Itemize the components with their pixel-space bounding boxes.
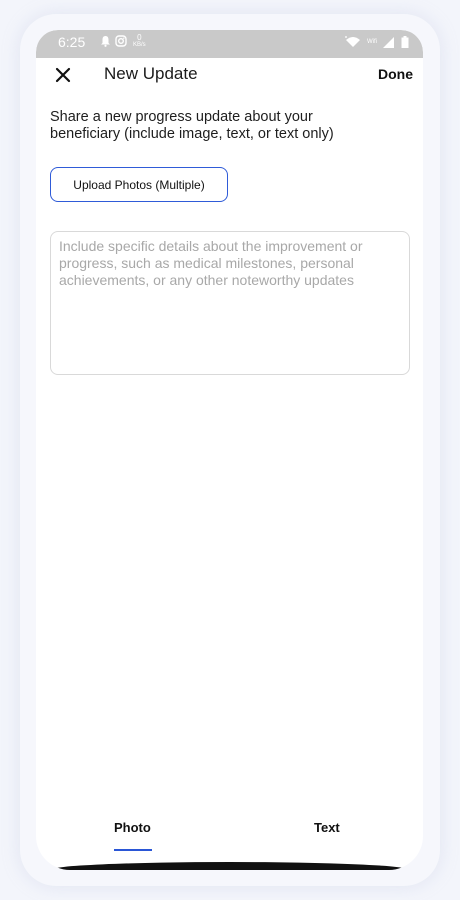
network-speed-value: 0: [137, 33, 142, 42]
status-time: 6:25: [58, 34, 86, 50]
upload-photos-button[interactable]: Upload Photos (Multiple): [50, 167, 228, 202]
intro-text: Share a new progress update about your b…: [50, 109, 334, 142]
tab-text[interactable]: Text: [314, 820, 340, 835]
battery-icon: [401, 36, 409, 48]
signal-icon: [383, 36, 394, 48]
bottom-navigation-bar: [50, 862, 410, 870]
page-title: New Update: [104, 64, 198, 83]
update-details-field[interactable]: [50, 231, 410, 375]
done-button[interactable]: Done: [378, 66, 413, 82]
network-speed-unit: KB/s: [133, 42, 146, 48]
instagram-icon: [115, 35, 127, 47]
wifi-label: Wifi: [367, 39, 377, 45]
app-header: New Update Done: [36, 58, 423, 92]
status-bar: 6:25 0 KB/s Wifi: [36, 30, 423, 58]
tab-photo[interactable]: Photo: [114, 820, 151, 835]
bell-icon: [101, 36, 110, 47]
network-speed: 0 KB/s: [133, 33, 146, 49]
active-tab-indicator: [114, 849, 152, 851]
close-icon[interactable]: [52, 64, 74, 86]
wifi-icon: [345, 36, 360, 47]
status-icons-left: 0 KB/s: [100, 34, 146, 48]
status-icons-right: Wifi: [343, 36, 409, 48]
app-screen: 6:25 0 KB/s Wifi New Update Done Share a…: [36, 30, 423, 870]
